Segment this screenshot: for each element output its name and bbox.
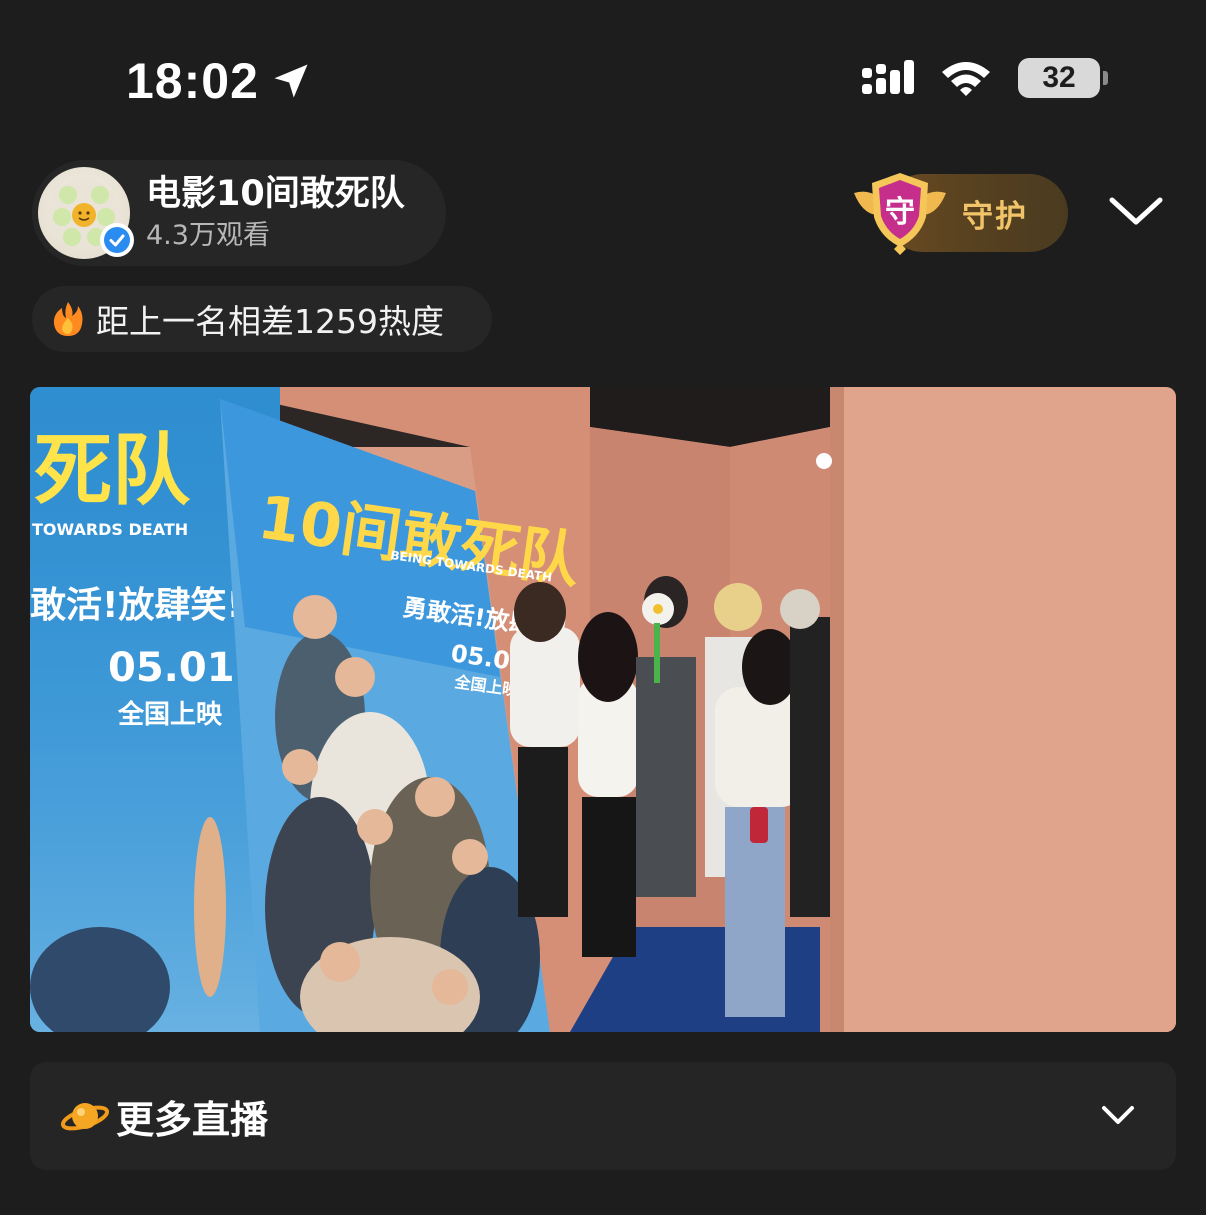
guard-badge-char: 守 [885,195,915,230]
more-live-panel[interactable]: 更多直播 [30,1062,1176,1170]
flame-icon [53,302,83,336]
live-video[interactable]: 死队 TOWARDS DEATH 敢活!放肆笑! 05.01 全国上映 10间敢… [30,387,1176,1032]
status-time: 18:02 [126,52,313,110]
right-pillar [830,387,1176,1032]
rank-gap-text: 距上一名相差1259热度 [96,302,444,341]
live-room-screen: 18:02 32 电影10间敢死队 4.3万观看 守 守护 距上一名相差1259… [0,0,1206,1215]
left-poster-date: 05.01 [108,645,235,691]
anchor-info-pill[interactable]: 电影10间敢死队 4.3万观看 [32,160,446,266]
winged-shield-icon: 守 [854,173,946,255]
verified-check-icon [100,223,134,257]
left-poster-release: 全国上映 [117,699,222,730]
battery-indicator: 32 [1018,58,1108,98]
guard-button[interactable]: 守 守护 [848,173,1068,255]
avatar[interactable] [38,167,134,259]
video-frame: 死队 TOWARDS DEATH 敢活!放肆笑! 05.01 全国上映 10间敢… [30,387,1176,1032]
guard-label: 守护 [962,198,1028,235]
more-live-label: 更多直播 [116,1097,269,1142]
chevron-down-icon[interactable] [1100,1102,1136,1128]
left-poster-slogan: 敢活!放肆笑! [30,585,243,626]
battery-level: 32 [1042,61,1076,94]
ceiling-light [816,453,832,469]
cellular-signal-icon [862,58,914,98]
left-poster-en: TOWARDS DEATH [32,520,188,539]
viewer-count: 4.3万观看 [146,220,270,251]
chevron-down-icon[interactable] [1106,190,1166,234]
anchor-text: 电影10间敢死队 4.3万观看 [146,172,405,254]
planet-icon [60,1103,110,1131]
location-arrow-icon [274,64,308,98]
anchor-name: 电影10间敢死队 [146,174,405,214]
left-poster-title: 死队 [34,426,191,516]
status-time-text: 18:02 [126,53,259,109]
status-indicators: 32 [862,58,1108,98]
wifi-icon [942,62,990,96]
rank-gap-pill[interactable]: 距上一名相差1259热度 [32,286,492,352]
